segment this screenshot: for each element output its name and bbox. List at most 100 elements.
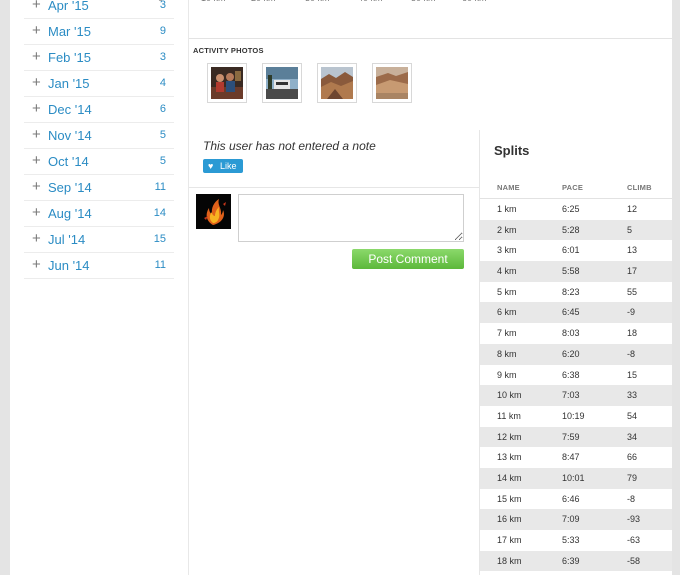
split-distance: 12 km	[497, 431, 522, 442]
split-climb: -8	[627, 348, 636, 359]
activity-photo[interactable]	[262, 63, 302, 103]
split-climb: 33	[627, 390, 638, 401]
split-distance: 11 km	[497, 410, 521, 421]
expand-icon[interactable]: +	[32, 205, 46, 220]
split-row: 2 km 5:28 5	[480, 219, 672, 241]
expand-icon[interactable]: +	[32, 231, 46, 246]
split-pace: 10:19	[562, 410, 585, 421]
split-pace: 8:47	[562, 452, 580, 463]
month-label[interactable]: Dec '14	[48, 102, 92, 117]
split-distance: 9 km	[497, 369, 517, 380]
month-label[interactable]: Feb '15	[48, 50, 91, 65]
split-distance: 7 km	[497, 328, 517, 339]
month-label[interactable]: Sep '14	[48, 180, 92, 195]
month-item[interactable]: + Jan '15 4	[24, 71, 174, 97]
split-climb: 15	[627, 369, 638, 380]
expand-icon[interactable]: +	[32, 257, 46, 272]
splits-header: NAME PACE CLIMB	[480, 180, 672, 199]
avatar	[196, 194, 231, 229]
activity-count: 5	[159, 129, 166, 141]
month-item[interactable]: + Feb '15 3	[24, 45, 174, 71]
split-climb: -8	[627, 493, 636, 504]
x-tick-label: 10 km	[201, 0, 226, 3]
column-header-climb: CLIMB	[627, 183, 652, 192]
month-item[interactable]: + Nov '14 5	[24, 123, 174, 149]
photo-thumbnail-canyon	[321, 67, 353, 99]
month-item[interactable]: + Apr '15 3	[24, 0, 174, 19]
activity-panel: + Apr '15 3 + Mar '15 9 + Feb '15 3 + Jan '15 4 + Dec…	[10, 0, 672, 575]
split-climb: 17	[627, 266, 638, 277]
like-label: Like	[220, 161, 237, 171]
month-label[interactable]: Jul '14	[48, 232, 85, 247]
split-pace: 6:25	[562, 204, 580, 214]
x-tick-label: 60 km	[462, 0, 487, 3]
activity-count: 15	[153, 233, 166, 245]
expand-icon[interactable]: +	[32, 153, 46, 168]
expand-icon[interactable]: +	[32, 179, 46, 194]
activity-photo[interactable]	[372, 63, 412, 103]
activity-count: 11	[154, 259, 166, 271]
month-item[interactable]: + Dec '14 6	[24, 97, 174, 123]
month-item[interactable]: + Oct '14 5	[24, 149, 174, 175]
split-pace: 6:20	[562, 348, 580, 359]
month-label[interactable]: Jun '14	[48, 258, 90, 273]
split-pace: 6:46	[562, 493, 580, 504]
split-row: 16 km 7:09 -93	[480, 509, 672, 530]
split-climb: 55	[627, 286, 638, 297]
split-distance: 17 km	[497, 535, 522, 545]
split-row: 6 km 6:45 -9	[480, 302, 672, 324]
x-tick-label: 0	[158, 0, 163, 3]
split-climb: 12	[627, 204, 638, 214]
split-climb: 18	[627, 328, 638, 339]
expand-icon[interactable]: +	[32, 23, 46, 38]
split-row: 14 km 10:01 79	[480, 467, 672, 489]
activity-count: 14	[153, 207, 166, 219]
month-item[interactable]: + Aug '14 14	[24, 201, 174, 227]
expand-icon[interactable]: +	[32, 49, 46, 64]
month-label[interactable]: Mar '15	[48, 24, 91, 39]
month-item[interactable]: + Jun '14 11	[24, 253, 174, 279]
split-distance: 13 km	[497, 452, 522, 463]
split-row: 12 km 7:59 34	[480, 426, 672, 448]
split-climb: 5	[627, 224, 633, 235]
activity-photo[interactable]	[207, 63, 247, 103]
split-row: 4 km 5:58 17	[480, 261, 672, 282]
flame-avatar-image	[196, 194, 231, 229]
split-climb: 34	[627, 431, 638, 442]
month-label[interactable]: Nov '14	[48, 128, 92, 143]
expand-icon[interactable]: +	[32, 0, 46, 12]
activity-photo[interactable]	[317, 63, 357, 103]
activity-count: 11	[154, 181, 166, 193]
month-item[interactable]: + Jul '14 15	[24, 227, 174, 253]
post-comment-button[interactable]: Post Comment	[352, 249, 464, 269]
month-list: + Apr '15 3 + Mar '15 9 + Feb '15 3 + Jan '15 4 + Dec…	[24, 0, 174, 279]
expand-icon[interactable]: +	[32, 101, 46, 116]
heart-icon: ♥	[208, 161, 214, 171]
expand-icon[interactable]: +	[32, 127, 46, 142]
split-distance: 3 km	[497, 245, 517, 256]
split-distance: 8 km	[497, 348, 517, 359]
month-label[interactable]: Aug '14	[48, 206, 92, 221]
activity-count: 5	[159, 155, 166, 167]
month-item[interactable]: + Sep '14 11	[24, 175, 174, 201]
column-header-pace: PACE	[562, 183, 584, 192]
month-label[interactable]: Oct '14	[48, 154, 89, 169]
month-label[interactable]: Apr '15	[48, 0, 89, 13]
splits-panel: Splits NAME PACE CLIMB 1 km 6:25 12 2 km 5:2…	[479, 130, 672, 575]
month-item[interactable]: + Mar '15 9	[24, 19, 174, 45]
photo-thumbnail-truck	[266, 67, 298, 99]
split-row: 1 km 6:25 12	[480, 199, 672, 220]
comment-input[interactable]	[238, 194, 464, 242]
month-label[interactable]: Jan '15	[48, 76, 90, 91]
like-button[interactable]: ♥ Like	[203, 159, 243, 173]
split-row: 15 km 6:46 -8	[480, 489, 672, 510]
split-distance: 15 km	[497, 493, 522, 504]
split-pace: 6:38	[562, 369, 580, 380]
note-section: This user has not entered a note ♥ Like	[189, 130, 479, 188]
expand-icon[interactable]: +	[32, 75, 46, 90]
elevation-chart: 0 10 km 20 km 30 km 40 km 50 km 60 km	[158, 0, 672, 39]
splits-title: Splits	[494, 143, 530, 158]
split-distance: 2 km	[497, 224, 517, 235]
split-pace: 6:45	[562, 307, 580, 318]
split-pace: 7:09	[562, 514, 580, 525]
